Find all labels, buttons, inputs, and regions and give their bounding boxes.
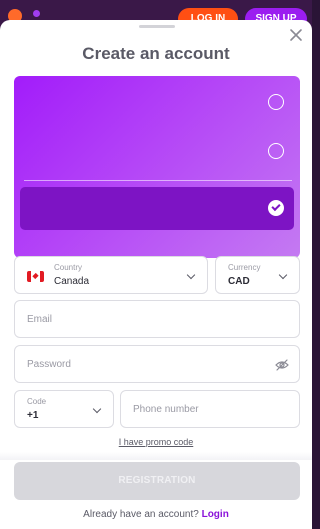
canada-flag-icon [27,271,44,282]
country-code-select[interactable]: Code +1 [14,390,114,428]
chevron-down-icon [186,270,196,280]
email-placeholder: Email [27,313,53,325]
email-field[interactable]: Email [14,300,300,338]
code-value: +1 [27,410,39,421]
login-link[interactable]: Login [202,509,229,520]
country-value: Canada [54,276,90,287]
modal-title: Create an account [82,44,230,63]
currency-select[interactable]: Currency CAD [215,256,300,294]
close-icon[interactable] [288,27,304,43]
section-shadow [0,452,312,460]
password-field[interactable]: Password [14,345,300,383]
bonus-selector [14,76,300,258]
drag-handle[interactable] [139,25,175,28]
country-label: Country [54,263,83,272]
code-label: Code [27,397,47,406]
currency-label: Currency [228,263,261,272]
bonus-option-1[interactable] [14,81,300,125]
chevron-down-icon [278,270,288,280]
phone-field[interactable]: Phone number [120,390,300,428]
eye-hidden-icon[interactable] [275,359,289,371]
password-placeholder: Password [27,358,71,370]
radio-icon[interactable] [268,94,284,110]
logo-dot-icon [33,10,40,17]
country-select[interactable]: Country Canada [14,256,208,294]
login-prompt-text: Already have an account? [83,509,199,520]
checked-radio-icon[interactable] [268,200,284,216]
create-account-modal: Create an account Country Canada Currenc… [0,20,312,529]
bonus-option-2[interactable] [14,130,300,174]
chevron-down-icon [92,404,102,414]
phone-placeholder: Phone number [133,403,199,415]
divider [24,180,292,181]
login-prompt: Already have an account? Login [0,509,312,520]
currency-value: CAD [228,276,250,287]
promo-code-link[interactable]: I have promo code [0,437,312,447]
registration-button[interactable]: REGISTRATION [14,462,300,500]
radio-icon[interactable] [268,143,284,159]
bonus-option-3-selected[interactable] [20,187,294,230]
